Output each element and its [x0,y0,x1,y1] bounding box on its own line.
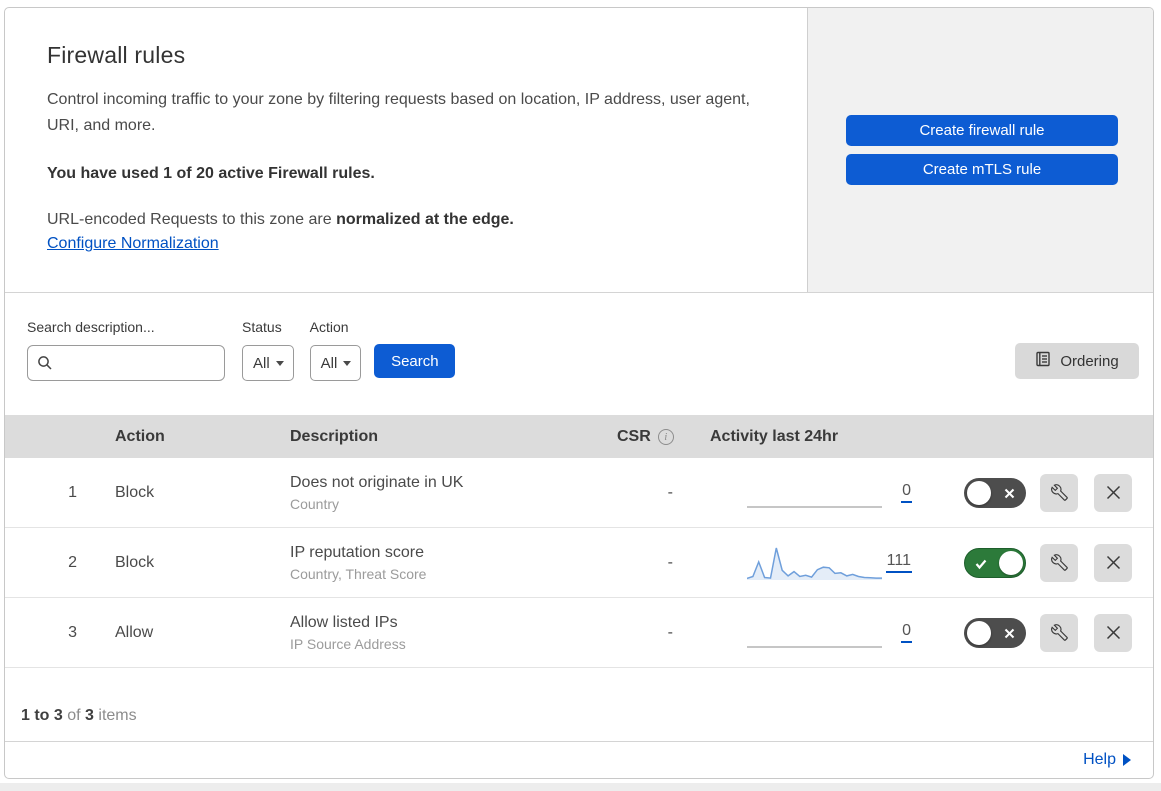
chevron-down-icon [343,360,352,366]
cta-panel: Create firewall rule Create mTLS rule [807,8,1153,292]
status-filter-group: Status All [242,319,294,381]
rule-criteria: Country, Threat Score [290,565,427,582]
ordering-button[interactable]: Ordering [1015,343,1139,379]
activity-count-link[interactable]: 111 [885,552,912,573]
info-icon[interactable]: i [657,428,674,445]
rule-enabled-toggle[interactable] [964,617,1026,648]
rule-csr-value: - [667,553,673,571]
close-icon [1106,485,1120,500]
page-description: Control incoming traffic to your zone by… [47,91,750,134]
action-filter-dropdown[interactable]: All [309,345,362,381]
configure-normalization-link[interactable]: Configure Normalization [47,235,219,252]
wrench-icon [1050,624,1068,641]
help-link-label: Help [1083,751,1116,768]
toggle-knob [967,480,991,505]
filter-bar: Search description... Status All Action … [5,293,1153,415]
column-header-csr: CSR i [595,428,685,446]
close-icon [1106,555,1120,570]
normalization-bold: normalized at the edge. [336,211,514,228]
rule-description: IP reputation score [290,543,425,561]
edit-rule-button[interactable] [1040,543,1078,582]
help-link[interactable]: Help [1083,751,1131,769]
activity-sparkline [747,614,882,652]
rule-description: Allow listed IPs [290,613,398,631]
intro-panel: Firewall rules Control incoming traffic … [5,8,807,292]
rule-priority: 1 [68,483,77,501]
table-row: 3 Allow Allow listed IPs IP Source Addre… [5,598,1153,668]
table-row: 1 Block Does not originate in UK Country… [5,458,1153,528]
rule-csr-value: - [667,483,673,501]
wrench-icon [1050,484,1068,501]
status-filter-value: All [253,354,270,372]
page-title: Firewall rules [47,42,186,68]
rule-action: Block [115,553,155,571]
delete-rule-button[interactable] [1094,543,1132,582]
summary-of: of [62,707,86,724]
search-label: Search description... [27,319,155,335]
create-mtls-rule-button[interactable]: Create mTLS rule [846,154,1118,185]
rule-priority: 3 [68,623,77,641]
page-bottom-band [0,783,1161,791]
summary-items: items [93,707,137,724]
activity-count-link[interactable]: 0 [901,482,912,503]
table-summary: 1 to 3 of 3 items [5,668,1153,742]
delete-rule-button[interactable] [1094,473,1132,512]
rule-criteria: IP Source Address [290,635,406,652]
ordering-icon [1035,351,1051,371]
rule-action: Allow [115,623,154,641]
check-icon [975,559,987,569]
rule-enabled-toggle[interactable] [964,477,1026,508]
action-filter-group: Action All [309,319,362,381]
action-label: Action [309,319,349,335]
activity-count-link[interactable]: 0 [901,622,912,643]
ordering-button-label: Ordering [1060,352,1119,370]
status-filter-dropdown[interactable]: All [242,345,294,381]
toggle-knob [967,620,991,645]
rule-criteria: Country [290,495,340,512]
top-section: Firewall rules Control incoming traffic … [5,8,1153,293]
csr-header-label: CSR [617,427,651,445]
chevron-down-icon [275,360,284,366]
rule-enabled-toggle[interactable] [964,547,1026,578]
search-icon [37,355,53,376]
normalization-text: URL-encoded Requests to this zone are no… [47,211,759,229]
help-arrow-icon [1123,754,1131,766]
action-filter-value: All [320,354,338,372]
summary-range: 1 to 3 [21,707,63,724]
activity-sparkline [747,474,882,512]
summary-total: 3 [85,707,94,724]
create-firewall-rule-button[interactable]: Create firewall rule [846,115,1118,146]
toggle-knob [999,550,1023,575]
edit-rule-button[interactable] [1040,473,1078,512]
normalization-prefix: URL-encoded Requests to this zone are [47,211,337,228]
search-input[interactable] [27,345,225,381]
column-header-activity: Activity last 24hr [710,427,839,445]
wrench-icon [1050,554,1068,571]
usage-notice: You have used 1 of 20 active Firewall ru… [47,165,375,182]
help-bar: Help [5,742,1153,778]
rule-csr-value: - [667,623,673,641]
x-icon [1004,488,1015,498]
rule-description: Does not originate in UK [290,473,464,491]
close-icon [1106,625,1120,640]
table-header-row: Action Description CSR i Activity last 2… [5,415,1153,458]
column-header-description: Description [290,427,379,445]
table-row: 2 Block IP reputation score Country, Thr… [5,528,1153,598]
rule-priority: 2 [68,553,77,571]
status-label: Status [242,319,282,335]
activity-sparkline [746,544,882,582]
edit-rule-button[interactable] [1040,613,1078,652]
delete-rule-button[interactable] [1094,613,1132,652]
x-icon [1004,628,1015,638]
firewall-rules-card: Firewall rules Control incoming traffic … [4,7,1154,779]
column-header-action: Action [115,427,165,445]
rule-action: Block [115,483,155,501]
search-group: Search description... [27,319,225,381]
search-button[interactable]: Search [374,344,456,378]
